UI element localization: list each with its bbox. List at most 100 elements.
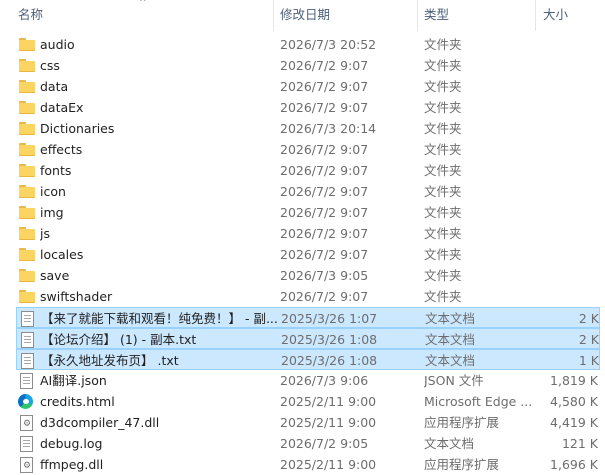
folder-row[interactable]: js 2026/7/2 9:07 文件夹 — [16, 223, 600, 244]
file-modified-date: 2026/7/2 9:07 — [280, 79, 369, 94]
file-name: effects — [40, 142, 83, 157]
file-modified-date: 2025/2/11 9:00 — [280, 457, 377, 472]
file-name: locales — [40, 247, 84, 262]
folder-row[interactable]: locales 2026/7/2 9:07 文件夹 — [16, 244, 600, 265]
file-type: 文本文档 — [424, 436, 475, 451]
file-size — [536, 244, 598, 265]
file-modified-date: 2025/2/11 9:00 — [280, 394, 377, 409]
file-modified-date: 2025/3/26 1:07 — [281, 311, 378, 326]
folder-icon — [19, 227, 35, 240]
folder-row[interactable]: effects 2026/7/2 9:07 文件夹 — [16, 139, 600, 160]
file-size — [536, 139, 598, 160]
file-name: dataEx — [40, 100, 84, 115]
file-size: 1 K — [578, 353, 599, 368]
file-size: 4,580 K — [550, 394, 598, 409]
file-size — [536, 265, 598, 286]
file-size: 4,419 K — [550, 415, 598, 430]
file-name: js — [40, 226, 50, 241]
file-modified-date: 2025/3/26 1:08 — [281, 332, 378, 347]
file-row[interactable]: 【永久地址发布页】 .txt 2025/3/26 1:08 文本文档 1 K — [16, 349, 600, 370]
folder-row[interactable]: img 2026/7/2 9:07 文件夹 — [16, 202, 600, 223]
column-header-type[interactable]: 类型 — [424, 0, 524, 31]
folder-icon — [19, 143, 35, 156]
folder-row[interactable]: icon 2026/7/2 9:07 文件夹 — [16, 181, 600, 202]
file-name: css — [40, 58, 60, 73]
folder-row[interactable]: fonts 2026/7/2 9:07 文件夹 — [16, 160, 600, 181]
text-document-icon — [21, 332, 34, 348]
file-row[interactable]: AI翻译.json 2026/7/3 9:06 JSON 文件 1,819 K — [16, 370, 600, 391]
file-modified-date: 2026/7/2 9:07 — [280, 142, 369, 157]
file-name: save — [40, 268, 70, 283]
folder-icon — [19, 248, 35, 261]
file-size — [536, 97, 598, 118]
folder-icon — [19, 38, 35, 51]
file-row[interactable]: debug.log 2026/7/2 9:05 文本文档 121 K — [16, 433, 600, 454]
file-name: Dictionaries — [40, 121, 115, 136]
column-header-date[interactable]: 修改日期 — [280, 0, 410, 31]
file-name: icon — [40, 184, 66, 199]
file-name: debug.log — [40, 436, 103, 451]
json-file-icon — [20, 373, 33, 389]
file-type: Microsoft Edge ... — [424, 394, 533, 409]
folder-row[interactable]: audio 2026/7/3 20:52 文件夹 — [16, 34, 600, 55]
file-size: 1,696 K — [550, 457, 598, 472]
column-divider[interactable] — [273, 0, 274, 31]
edge-html-icon — [18, 394, 33, 409]
text-document-icon — [21, 353, 34, 369]
file-modified-date: 2026/7/3 20:14 — [280, 121, 377, 136]
folder-row[interactable]: swiftshader 2026/7/2 9:07 文件夹 — [16, 286, 600, 307]
file-size: 2 K — [578, 311, 599, 326]
file-size — [536, 160, 598, 181]
file-name: 【来了就能下载和观看！纯免费！】 - 副... — [41, 311, 278, 326]
column-header-bar: 名称 ^ 修改日期 类型 大小 — [0, 0, 605, 31]
dll-file-icon — [20, 415, 33, 431]
file-modified-date: 2026/7/3 9:05 — [280, 268, 369, 283]
file-modified-date: 2025/2/11 9:00 — [280, 415, 377, 430]
file-name: ffmpeg.dll — [40, 457, 104, 472]
file-name: 【论坛介绍】 (1) - 副本.txt — [41, 332, 197, 347]
file-size — [536, 55, 598, 76]
file-size: 1,819 K — [550, 373, 598, 388]
file-type: 文件夹 — [424, 184, 462, 199]
file-modified-date: 2025/3/26 1:08 — [281, 353, 378, 368]
file-name: d3dcompiler_47.dll — [40, 415, 160, 430]
file-row[interactable]: 【论坛介绍】 (1) - 副本.txt 2025/3/26 1:08 文本文档 2 K — [16, 328, 600, 349]
file-modified-date: 2026/7/3 9:06 — [280, 373, 369, 388]
file-row[interactable]: ffmpeg.dll 2025/2/11 9:00 应用程序扩展 1,696 K — [16, 454, 600, 475]
file-name: fonts — [40, 163, 72, 178]
file-row[interactable]: credits.html 2025/2/11 9:00 Microsoft Edge… — [16, 391, 600, 412]
file-type: 文本文档 — [425, 311, 476, 326]
folder-icon — [19, 185, 35, 198]
file-modified-date: 2026/7/2 9:07 — [280, 100, 369, 115]
column-header-size[interactable]: 大小 — [543, 0, 603, 31]
folder-icon — [19, 101, 35, 114]
folder-row[interactable]: dataEx 2026/7/2 9:07 文件夹 — [16, 97, 600, 118]
file-modified-date: 2026/7/2 9:07 — [280, 163, 369, 178]
file-type: 文件夹 — [424, 79, 462, 94]
file-type: 文件夹 — [424, 247, 462, 262]
file-name: audio — [40, 37, 75, 52]
file-type: 文件夹 — [424, 226, 462, 241]
column-divider[interactable] — [417, 0, 418, 31]
column-divider[interactable] — [535, 0, 536, 31]
text-document-icon — [20, 436, 33, 452]
folder-row[interactable]: data 2026/7/2 9:07 文件夹 — [16, 76, 600, 97]
folder-icon — [19, 269, 35, 282]
file-modified-date: 2026/7/3 20:52 — [280, 37, 377, 52]
file-name: data — [40, 79, 69, 94]
folder-row[interactable]: save 2026/7/3 9:05 文件夹 — [16, 265, 600, 286]
file-modified-date: 2026/7/2 9:07 — [280, 289, 369, 304]
folder-icon — [19, 206, 35, 219]
file-type: 文件夹 — [424, 37, 462, 52]
file-type: 文件夹 — [424, 121, 462, 136]
folder-icon — [19, 164, 35, 177]
file-type: 文件夹 — [424, 163, 462, 178]
file-row[interactable]: 【来了就能下载和观看！纯免费！】 - 副... 2025/3/26 1:07 文本文… — [16, 307, 600, 328]
folder-row[interactable]: Dictionaries 2026/7/3 20:14 文件夹 — [16, 118, 600, 139]
file-modified-date: 2026/7/2 9:07 — [280, 226, 369, 241]
file-row[interactable]: d3dcompiler_47.dll 2025/2/11 9:00 应用程序扩展 4,… — [16, 412, 600, 433]
folder-icon — [19, 80, 35, 93]
file-modified-date: 2026/7/2 9:07 — [280, 205, 369, 220]
folder-row[interactable]: css 2026/7/2 9:07 文件夹 — [16, 55, 600, 76]
folder-icon — [19, 290, 35, 303]
